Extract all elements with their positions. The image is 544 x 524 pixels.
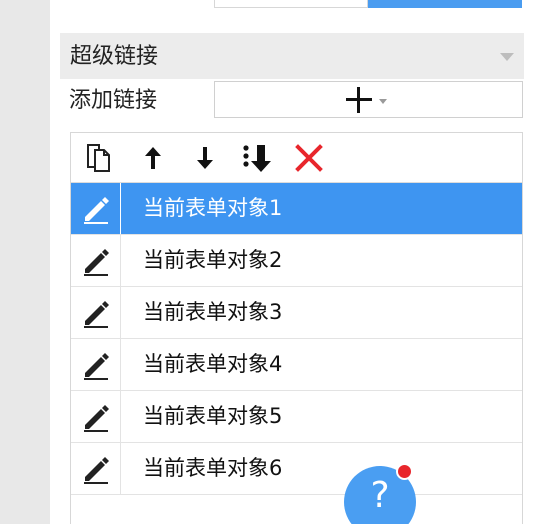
arrow-up-icon — [145, 147, 161, 169]
copy-button[interactable] — [85, 142, 117, 174]
pencil-icon — [83, 196, 109, 224]
top-toggle-left[interactable] — [214, 0, 368, 8]
delete-icon — [295, 144, 323, 172]
left-strip — [0, 0, 50, 524]
link-row[interactable]: 当前表单对象1 — [71, 183, 522, 235]
move-to-bottom-button[interactable] — [241, 142, 273, 174]
edit-cell[interactable] — [71, 443, 121, 494]
add-link-label: 添加链接 — [69, 88, 158, 113]
question-mark-icon: ? — [370, 475, 390, 516]
pencil-icon — [83, 248, 109, 276]
link-label: 当前表单对象3 — [143, 300, 283, 324]
notification-dot — [396, 463, 413, 480]
add-link-button[interactable] — [214, 81, 523, 118]
edit-cell[interactable] — [71, 183, 121, 234]
link-row[interactable]: 当前表单对象6 — [71, 443, 522, 495]
pencil-icon — [83, 456, 109, 484]
move-to-bottom-icon — [243, 145, 271, 172]
edit-cell[interactable] — [71, 339, 121, 390]
plus-icon[interactable] — [345, 86, 373, 114]
link-label: 当前表单对象6 — [143, 456, 283, 480]
delete-button[interactable] — [293, 142, 325, 174]
edit-cell[interactable] — [71, 287, 121, 338]
pencil-icon — [83, 352, 109, 380]
link-list: 当前表单对象1 当前表单对象2 当前表单对象3 当前表单对象4 当前表单对象5 … — [71, 183, 522, 495]
link-list-box: 当前表单对象1 当前表单对象2 当前表单对象3 当前表单对象4 当前表单对象5 … — [70, 132, 523, 524]
move-up-button[interactable] — [137, 142, 169, 174]
arrow-down-icon — [197, 147, 213, 169]
link-label: 当前表单对象5 — [143, 404, 283, 428]
link-row[interactable]: 当前表单对象4 — [71, 339, 522, 391]
link-row[interactable]: 当前表单对象2 — [71, 235, 522, 287]
pencil-icon — [83, 300, 109, 328]
link-label: 当前表单对象2 — [143, 248, 283, 272]
move-down-button[interactable] — [189, 142, 221, 174]
collapse-arrow-icon[interactable] — [500, 53, 514, 61]
copy-icon — [87, 144, 110, 172]
edit-cell[interactable] — [71, 391, 121, 442]
hyperlink-section-header[interactable]: 超级链接 — [60, 33, 524, 79]
dropdown-caret-icon[interactable] — [379, 99, 387, 104]
link-row[interactable]: 当前表单对象3 — [71, 287, 522, 339]
link-row[interactable]: 当前表单对象5 — [71, 391, 522, 443]
link-list-toolbar — [71, 133, 522, 183]
pencil-icon — [83, 404, 109, 432]
link-label: 当前表单对象1 — [143, 196, 283, 220]
section-title: 超级链接 — [70, 44, 159, 69]
link-label: 当前表单对象4 — [143, 352, 283, 376]
edit-cell[interactable] — [71, 235, 121, 286]
top-toggle-right[interactable] — [368, 0, 522, 8]
